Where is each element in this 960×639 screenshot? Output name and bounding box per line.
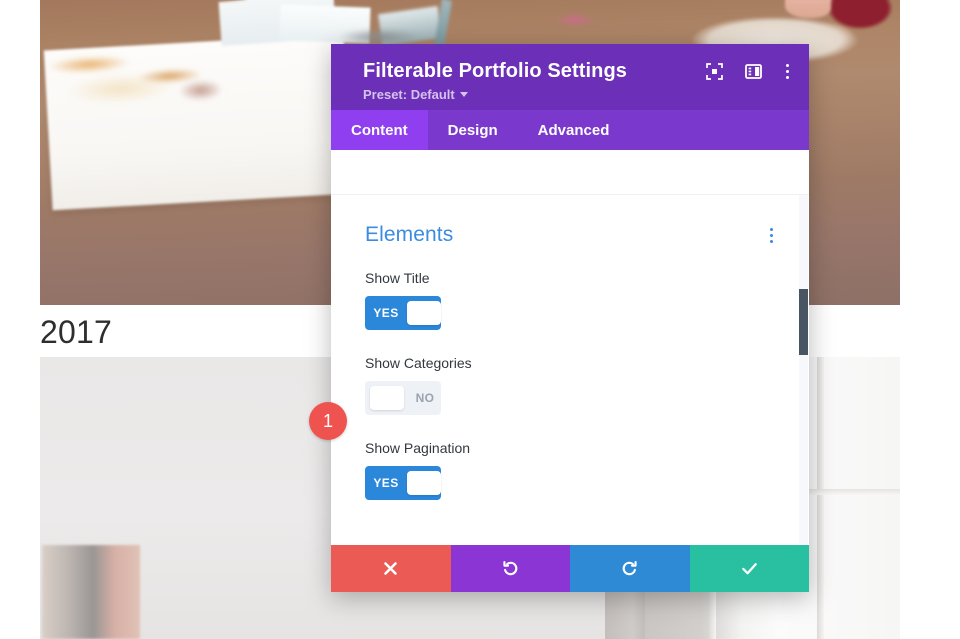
- settings-scrollbar-track[interactable]: [799, 195, 808, 545]
- settings-search-bar[interactable]: [331, 150, 809, 195]
- preset-selector[interactable]: Preset: Default: [363, 87, 789, 102]
- redo-button[interactable]: [570, 545, 690, 592]
- save-button[interactable]: [689, 545, 809, 592]
- section-title[interactable]: Elements: [365, 223, 453, 247]
- modal-header: Filterable Portfolio Settings Preset: De…: [331, 44, 809, 110]
- field-show-categories: Show Categories NO: [365, 354, 775, 415]
- cancel-button[interactable]: [331, 545, 451, 592]
- elements-section: Elements Show Title YES Show Categories …: [331, 195, 809, 500]
- focus-icon[interactable]: [706, 63, 723, 80]
- modal-header-icons: [706, 62, 791, 81]
- window-mullion-vertical: [817, 357, 824, 639]
- tab-advanced[interactable]: Advanced: [518, 110, 630, 150]
- modal-footer-actions: [331, 545, 809, 592]
- tab-design[interactable]: Design: [428, 110, 518, 150]
- show-categories-toggle[interactable]: NO: [365, 381, 441, 415]
- toggle-knob: [407, 301, 441, 325]
- screen: 2017 Filterable Portfolio Settings Prese…: [0, 0, 960, 639]
- step-badge-1: 1: [309, 402, 347, 440]
- check-icon: [741, 563, 757, 575]
- modal-tabs: Content Design Advanced: [331, 110, 809, 150]
- toggle-knob: [407, 471, 441, 495]
- more-vertical-icon[interactable]: [784, 62, 791, 81]
- modal-body: Elements Show Title YES Show Categories …: [331, 195, 809, 545]
- toggle-knob: [370, 386, 404, 410]
- toggle-state-label: YES: [373, 476, 399, 490]
- field-label: Show Title: [365, 270, 430, 286]
- toggle-state-label: YES: [373, 306, 399, 320]
- layout-panel-icon[interactable]: [745, 63, 762, 80]
- show-pagination-toggle[interactable]: YES: [365, 466, 441, 500]
- redo-icon: [622, 560, 637, 576]
- field-label: Show Categories: [365, 355, 472, 371]
- undo-button[interactable]: [450, 545, 570, 592]
- close-icon: [384, 562, 398, 575]
- tab-content[interactable]: Content: [331, 110, 428, 150]
- elements-section-header: Elements: [365, 223, 775, 247]
- field-label: Show Pagination: [365, 440, 471, 456]
- leaning-canvas-prop: [42, 545, 140, 639]
- filterable-portfolio-settings-modal: Filterable Portfolio Settings Preset: De…: [331, 44, 809, 592]
- settings-scrollbar-thumb[interactable]: [799, 289, 808, 355]
- chevron-down-icon: [459, 92, 468, 97]
- show-title-toggle[interactable]: YES: [365, 296, 441, 330]
- field-show-title: Show Title YES: [365, 269, 775, 330]
- field-show-pagination: Show Pagination YES: [365, 439, 775, 500]
- undo-icon: [503, 560, 518, 576]
- toggle-state-label: NO: [415, 391, 435, 405]
- preset-label: Preset: Default: [363, 87, 455, 102]
- more-vertical-icon[interactable]: [768, 226, 775, 245]
